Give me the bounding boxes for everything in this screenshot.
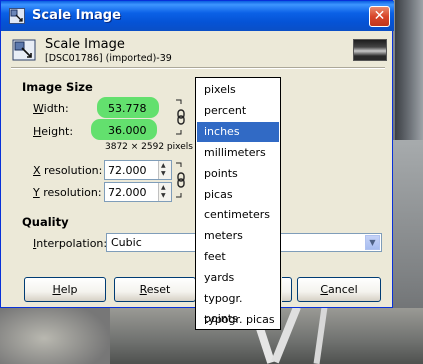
width-value: 53.778: [108, 102, 147, 115]
header-separator: [11, 67, 385, 69]
y-resolution-value: 72.000: [108, 186, 147, 199]
width-label-mnemonic: W: [33, 102, 44, 115]
image-name: [DSC01786] (imported)-39: [45, 53, 172, 64]
unit-option-picas[interactable]: picas: [197, 185, 279, 205]
pixel-dimensions: 3872 × 2592 pixels: [105, 142, 193, 152]
spin-arrows-icon[interactable]: ▲ ▼: [158, 183, 171, 201]
width-label: Width:: [33, 102, 69, 115]
unit-option-yards[interactable]: yards: [197, 268, 279, 288]
reset-mnemonic: R: [139, 283, 147, 296]
height-label-text: eight:: [41, 125, 74, 138]
width-label-text: idth:: [43, 102, 69, 115]
x-resolution-text: resolution:: [40, 164, 103, 177]
screen: Scale Image ✕ Scale Image [DSC01786] (im…: [0, 0, 423, 364]
unit-option-typogr-picas[interactable]: typogr. picas: [197, 310, 279, 330]
width-field[interactable]: 53.778: [104, 98, 164, 118]
scale-button-edge[interactable]: [282, 277, 292, 302]
height-value: 36.000: [108, 124, 147, 137]
spin-arrows-icon[interactable]: ▲ ▼: [158, 161, 171, 179]
unit-option-pixels[interactable]: pixels: [197, 80, 279, 100]
help-button[interactable]: Help: [24, 277, 106, 302]
height-field[interactable]: 36.000: [104, 120, 164, 140]
y-resolution-field[interactable]: 72.000 ▲ ▼: [104, 182, 172, 202]
title-bar[interactable]: Scale Image ✕: [1, 1, 394, 31]
scale-image-icon: [12, 39, 36, 61]
interpolation-value: Cubic: [111, 236, 142, 249]
dialog-heading: Scale Image: [45, 37, 125, 52]
interpolation-label: Interpolation:: [33, 237, 107, 250]
unit-option-points[interactable]: points: [197, 164, 279, 184]
chain-link-icon[interactable]: [175, 161, 187, 201]
help-mnemonic: H: [52, 283, 61, 296]
y-resolution-text: resolution:: [39, 186, 102, 199]
reset-button[interactable]: Reset: [114, 277, 196, 302]
unit-option-meters[interactable]: meters: [197, 226, 279, 246]
y-resolution-label: Y resolution:: [33, 186, 102, 199]
quality-heading: Quality: [22, 215, 69, 229]
help-label: elp: [60, 283, 78, 296]
unit-option-centimeters[interactable]: centimeters: [197, 205, 279, 225]
window-title: Scale Image: [32, 8, 121, 23]
chain-link-icon[interactable]: [175, 98, 187, 138]
unit-option-inches[interactable]: inches: [197, 121, 279, 142]
unit-dropdown-list[interactable]: pixels percent inches millimeters points pica…: [195, 77, 281, 330]
scale-image-icon: [9, 8, 25, 24]
x-resolution-value: 72.000: [108, 164, 147, 177]
x-resolution-label: X resolution:: [33, 164, 102, 177]
cancel-label: ancel: [328, 283, 358, 296]
interpolation-text: nterpolation:: [36, 237, 108, 250]
cancel-mnemonic: C: [320, 283, 329, 296]
x-resolution-mnemonic: X: [33, 164, 41, 177]
height-label: Height:: [33, 125, 73, 138]
cancel-button[interactable]: Cancel: [297, 277, 381, 302]
x-resolution-field[interactable]: 72.000 ▲ ▼: [104, 160, 172, 180]
reset-label: eset: [146, 283, 171, 296]
unit-option-feet[interactable]: feet: [197, 247, 279, 267]
y-resolution-mnemonic: Y: [33, 186, 40, 199]
image-thumbnail: [353, 39, 387, 61]
image-size-heading: Image Size: [22, 80, 93, 94]
background-photo-bottom-left: [0, 300, 110, 364]
unit-option-millimeters[interactable]: millimeters: [197, 143, 279, 163]
unit-option-typogr-points[interactable]: typogr. points: [197, 289, 279, 325]
dropdown-arrow-icon[interactable]: ▼: [365, 235, 380, 250]
close-icon[interactable]: ✕: [369, 6, 390, 27]
unit-option-percent[interactable]: percent: [197, 101, 279, 121]
